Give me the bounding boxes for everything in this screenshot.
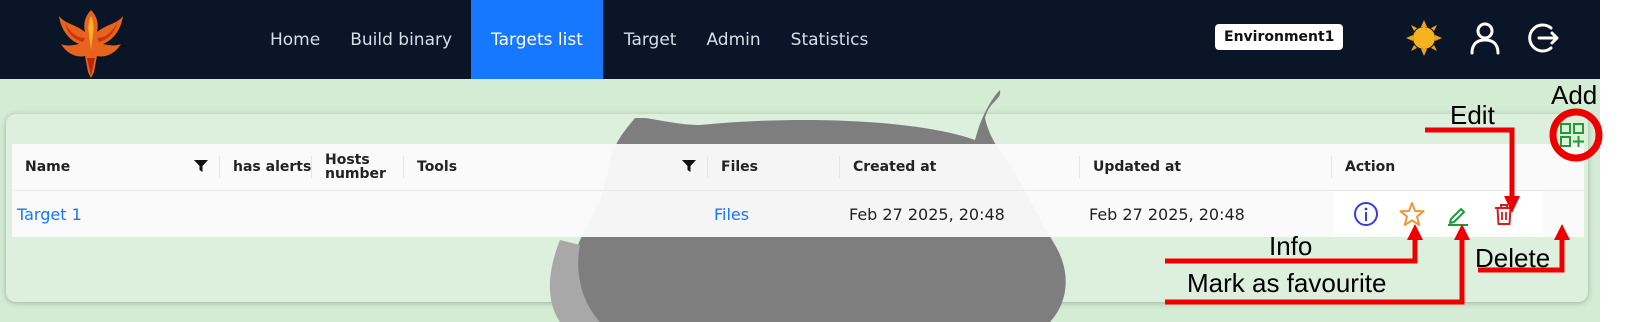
annotation-add: Add [1551,80,1598,110]
theme-sun-icon[interactable] [1405,19,1443,57]
targets-table: Name has alerts Hosts number Tools Files… [12,144,1584,237]
star-icon [1399,202,1425,226]
cell-created-at: Feb 27 2025, 20:48 [849,204,1005,224]
column-header-hosts: Hosts number [312,144,404,190]
filter-icon[interactable] [194,159,208,173]
user-icon[interactable] [1466,19,1504,57]
filter-icon[interactable] [682,159,696,173]
annotation-edit: Edit [1450,100,1495,130]
column-header-files: Files [708,144,840,190]
table-header: Name has alerts Hosts number Tools Files… [12,144,1584,191]
nav-targets-list[interactable]: Targets list [471,0,603,79]
add-grid-icon [1560,123,1584,147]
nav-target[interactable]: Target [609,0,692,79]
column-header-alerts: has alerts [220,144,312,190]
annotation-favourite: Mark as favourite [1187,268,1387,298]
navbar: Home Build binary Targets list Target Ad… [0,0,1600,79]
column-header-updated: Updated at [1080,144,1332,190]
files-link[interactable]: Files [709,191,844,237]
info-icon [1354,202,1378,226]
main-nav: Home Build binary Targets list Target Ad… [255,0,883,79]
annotation-info: Info [1269,231,1313,261]
annotation-delete: Delete [1475,243,1551,273]
favourite-button[interactable] [1389,191,1435,237]
table-row: Target 1 Files Feb 27 2025, 20:48 Feb 27… [12,191,1584,237]
delete-icon [1495,204,1513,225]
delete-button[interactable] [1481,191,1527,237]
nav-home[interactable]: Home [255,0,335,79]
column-header-name: Name [12,144,220,190]
column-header-created: Created at [840,144,1080,190]
phoenix-logo[interactable] [55,2,127,78]
nav-admin[interactable]: Admin [691,0,775,79]
add-target-button[interactable] [1555,118,1589,152]
edit-icon [1448,208,1468,226]
info-button[interactable] [1343,191,1389,237]
cell-tools [409,191,709,237]
environment-selector[interactable]: Environment1 [1215,24,1344,50]
column-header-action: Action [1345,159,1396,175]
edit-button[interactable] [1435,191,1481,237]
nav-build-binary[interactable]: Build binary [335,0,467,79]
row-actions [1333,191,1543,237]
target-name-link[interactable]: Target 1 [12,191,409,237]
logout-icon[interactable] [1523,19,1561,57]
column-header-tools: Tools [404,144,708,190]
nav-statistics[interactable]: Statistics [776,0,884,79]
